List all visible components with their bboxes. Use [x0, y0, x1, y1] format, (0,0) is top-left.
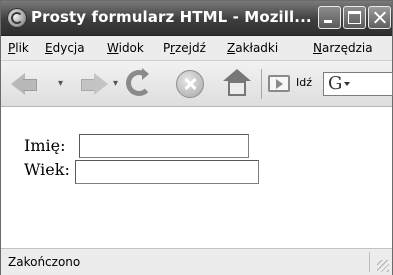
resize-grip-icon[interactable] [377, 260, 389, 272]
menu-narzedzia[interactable]: Narzędzia [313, 41, 373, 55]
navigation-toolbar: ▾ ▾ Idź G [1, 61, 393, 107]
home-icon[interactable] [228, 81, 246, 96]
age-label: Wiek: [24, 160, 70, 179]
forward-arrow-icon[interactable] [94, 73, 108, 95]
forward-button[interactable] [81, 79, 95, 91]
back-dropdown-icon[interactable]: ▾ [58, 78, 63, 89]
name-label: Imię: [24, 136, 66, 155]
browser-window: Prosty formularz HTML - Mozill... Plik E… [0, 0, 393, 275]
age-input[interactable] [75, 160, 259, 184]
menu-edycja[interactable]: Edycja [45, 41, 85, 55]
status-divider [369, 252, 370, 272]
menu-zakladki[interactable]: Zakładki [227, 41, 278, 55]
minimize-button[interactable] [318, 6, 341, 29]
stop-icon[interactable] [176, 70, 204, 98]
menu-bar: Plik Edycja Widok Przejdź Zakładki Narzę… [1, 36, 392, 61]
go-icon[interactable] [268, 75, 290, 92]
search-engine-dropdown-icon[interactable] [344, 82, 350, 86]
firefox-icon [7, 8, 27, 28]
google-icon: G [328, 73, 343, 94]
reload-arrowhead-icon [142, 68, 149, 80]
go-button-label[interactable]: Idź [296, 76, 312, 89]
window-title: Prosty formularz HTML - Mozill... [31, 8, 312, 26]
status-bar: Zakończono [1, 248, 392, 275]
menu-przejdz[interactable]: Przejdź [163, 41, 206, 55]
search-engine-box[interactable]: G [323, 72, 393, 96]
menu-plik[interactable]: Plik [8, 41, 29, 55]
maximize-button[interactable] [343, 6, 366, 29]
back-button[interactable] [23, 79, 37, 91]
menu-widok[interactable]: Widok [107, 41, 144, 55]
home-roof-icon[interactable] [223, 69, 251, 81]
toolbar-separator [261, 69, 262, 99]
forward-dropdown-icon[interactable]: ▾ [113, 78, 118, 89]
status-text: Zakończono [8, 255, 81, 269]
name-input[interactable] [79, 134, 249, 158]
close-button[interactable] [368, 6, 391, 29]
page-content: Imię: Wiek: [1, 107, 392, 247]
title-bar[interactable]: Prosty formularz HTML - Mozill... [1, 1, 392, 36]
